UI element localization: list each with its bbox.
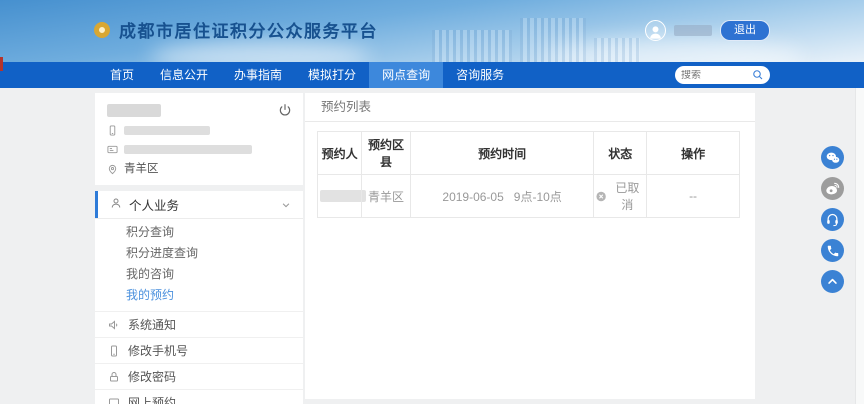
wechat-icon	[825, 150, 841, 166]
right-edge-strip	[855, 88, 864, 404]
site-header: 成都市居住证积分公众服务平台 退出	[0, 0, 864, 62]
sidebar-item-label: 网上预约	[128, 394, 176, 404]
app-page: 成都市居住证积分公众服务平台 退出 首页 信息公开 办事指南 模拟打分 网点查询…	[0, 0, 864, 404]
appointment-panel: 预约列表 预约人 预约区县 预约时间 状态 操作	[305, 93, 755, 399]
menu-group-label: 个人业务	[129, 195, 179, 214]
sidebar-item-system-notifications[interactable]: 系统通知	[95, 311, 303, 337]
id-card-icon	[107, 144, 118, 155]
appointment-table: 预约人 预约区县 预约时间 状态 操作 青羊区 2019-06-05 9点-10…	[317, 131, 740, 218]
user-avatar[interactable]	[645, 20, 666, 41]
sidebar-item-change-password[interactable]: 修改密码	[95, 363, 303, 389]
building-silhouette	[432, 30, 512, 62]
main-nav: 首页 信息公开 办事指南 模拟打分 网点查询 咨询服务	[0, 62, 864, 88]
redacted-applicant-name	[320, 190, 366, 202]
sidebar-item-label: 修改密码	[128, 368, 176, 385]
user-info-card: 青羊区	[95, 93, 303, 185]
site-title: 成都市居住证积分公众服务平台	[119, 17, 378, 42]
phone-button[interactable]	[821, 239, 844, 262]
cancelled-status-icon	[596, 191, 606, 202]
building-silhouette	[520, 18, 586, 62]
sidebar-item-label: 系统通知	[128, 316, 176, 333]
notification-icon	[108, 319, 120, 331]
sidebar-item-label: 修改手机号	[128, 342, 188, 359]
appointment-table-wrap: 预约人 预约区县 预约时间 状态 操作 青羊区 2019-06-05 9点-10…	[305, 122, 755, 218]
building-silhouette	[594, 38, 640, 62]
col-header-time: 预约时间	[410, 132, 594, 175]
nav-item-service-guide[interactable]: 办事指南	[221, 62, 295, 88]
brand: 成都市居住证积分公众服务平台	[94, 17, 378, 42]
nav-item-home[interactable]: 首页	[97, 62, 147, 88]
nav-item-info-disclosure[interactable]: 信息公开	[147, 62, 221, 88]
redacted-id-number	[124, 145, 252, 154]
sidebar-item-online-appointment[interactable]: 网上预约	[95, 389, 303, 404]
phone-icon	[826, 244, 840, 258]
panel-title: 预约列表	[305, 93, 755, 122]
customer-service-button[interactable]	[821, 208, 844, 231]
col-header-district: 预约区县	[362, 132, 411, 175]
user-district: 青羊区	[124, 163, 159, 176]
location-pin-icon	[107, 164, 118, 175]
sub-menu: 积分查询 积分进度查询 我的咨询 我的预约	[95, 219, 303, 311]
search-box[interactable]	[675, 66, 770, 84]
sidebar: 青羊区 个人业务 积分查询 积分进度查询	[95, 93, 303, 404]
nav-item-mock-scoring[interactable]: 模拟打分	[295, 62, 369, 88]
status-badge: 已取消	[611, 179, 645, 213]
col-header-applicant: 预约人	[318, 132, 362, 175]
sidebar-menu: 个人业务 积分查询 积分进度查询 我的咨询 我的预约	[95, 191, 303, 404]
header-user-area: 退出	[645, 20, 770, 41]
search-input[interactable]	[681, 70, 752, 81]
site-logo-icon	[94, 22, 110, 38]
redacted-name	[107, 104, 161, 117]
back-to-top-button[interactable]	[821, 270, 844, 293]
redacted-username	[674, 25, 712, 36]
sidebar-item-points-progress-query[interactable]: 积分进度查询	[95, 243, 303, 264]
col-header-action: 操作	[647, 132, 740, 175]
monitor-icon	[108, 397, 120, 404]
table-header-row: 预约人 预约区县 预约时间 状态 操作	[318, 132, 740, 175]
sidebar-item-my-consultations[interactable]: 我的咨询	[95, 264, 303, 285]
search-icon[interactable]	[752, 69, 764, 81]
logout-button[interactable]: 退出	[720, 20, 770, 41]
user-phone-row	[107, 125, 291, 136]
table-row: 青羊区 2019-06-05 9点-10点 已取消 --	[318, 175, 740, 218]
sidebar-item-my-appointments[interactable]: 我的预约	[95, 285, 303, 306]
col-header-status: 状态	[594, 132, 647, 175]
person-icon	[110, 197, 122, 212]
chevron-up-icon	[825, 274, 840, 289]
chevron-down-icon	[281, 200, 291, 210]
mobile-icon	[108, 345, 120, 357]
left-edge-artifact	[0, 57, 3, 71]
nav-item-branch-query[interactable]: 网点查询	[369, 62, 443, 88]
sidebar-item-change-phone[interactable]: 修改手机号	[95, 337, 303, 363]
user-id-row	[107, 144, 291, 155]
mobile-icon	[107, 125, 118, 136]
redacted-phone-number	[124, 126, 210, 135]
cell-district: 青羊区	[362, 175, 411, 218]
wechat-button[interactable]	[821, 146, 844, 169]
power-logout-icon[interactable]	[278, 103, 292, 117]
weibo-icon	[825, 181, 841, 197]
nav-item-consult-service[interactable]: 咨询服务	[443, 62, 517, 88]
person-icon	[647, 23, 664, 40]
sidebar-item-points-query[interactable]: 积分查询	[95, 222, 303, 243]
cell-action: --	[647, 175, 740, 218]
cell-status: 已取消	[594, 175, 647, 218]
headset-icon	[825, 212, 840, 227]
cell-applicant	[318, 175, 362, 218]
lock-icon	[108, 371, 120, 383]
floating-contact-buttons	[821, 146, 844, 293]
user-district-row: 青羊区	[107, 163, 291, 176]
weibo-button[interactable]	[821, 177, 844, 200]
cell-time: 2019-06-05 9点-10点	[410, 175, 594, 218]
menu-group-personal-business[interactable]: 个人业务	[95, 191, 303, 218]
